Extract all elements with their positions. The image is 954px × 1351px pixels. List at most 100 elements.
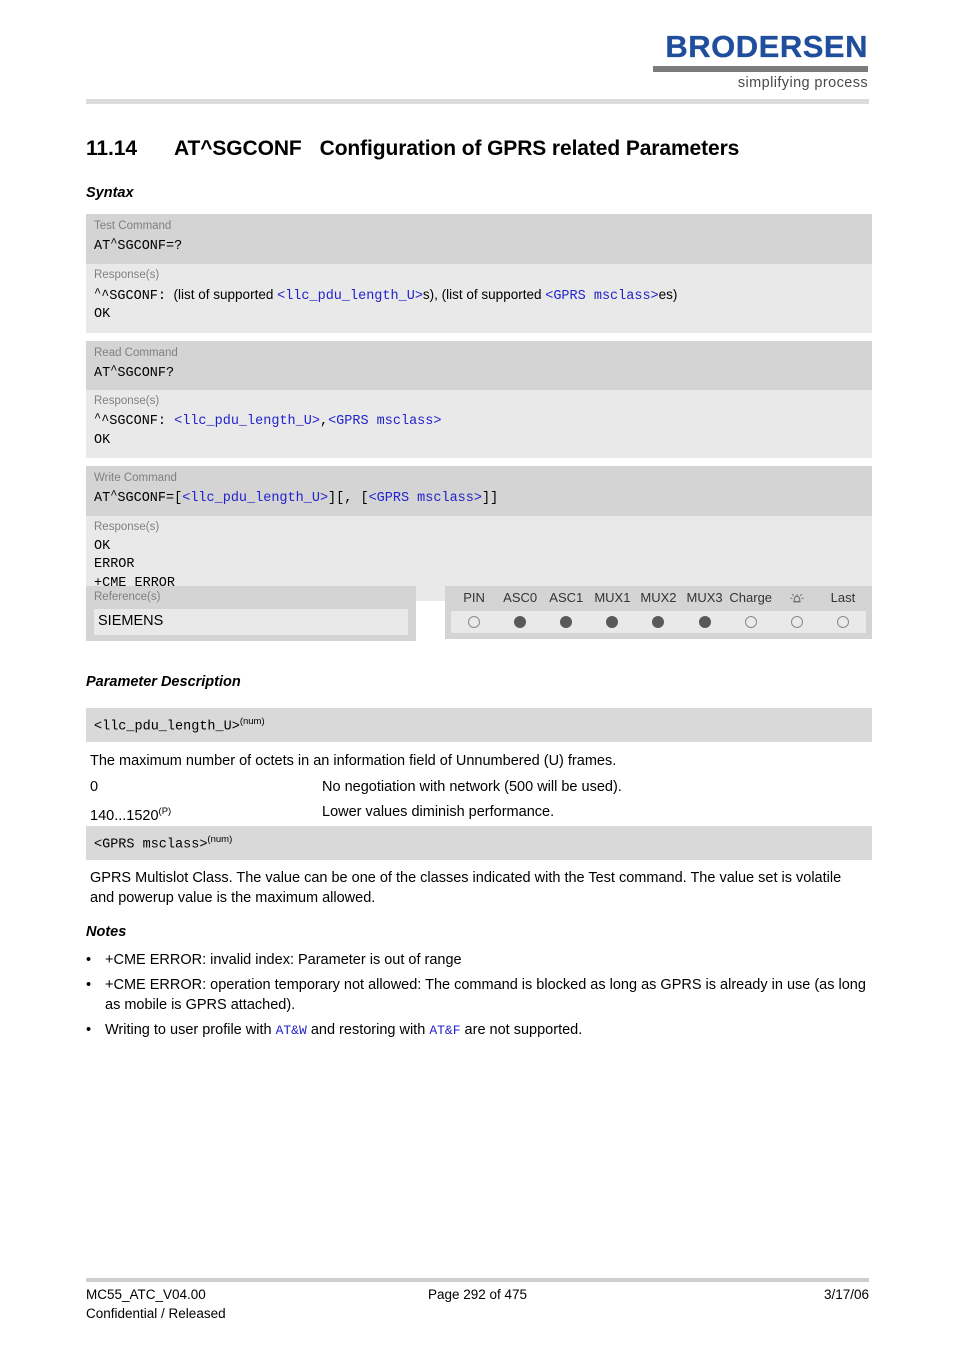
write-command-label: Write Command bbox=[94, 472, 177, 484]
pin-state-asc1 bbox=[543, 616, 589, 628]
brodersen-logo: BRODERSEN simplifying process bbox=[653, 29, 868, 91]
reference-header: Reference(s) bbox=[86, 586, 416, 609]
parameter-meaning-1: Lower values diminish performance. bbox=[322, 803, 555, 820]
state-dot-mux2 bbox=[652, 616, 665, 628]
write-response-label: Response(s) bbox=[94, 520, 160, 533]
test-command-block: Test Command AT^SGCONF=? Response(s) ^^S… bbox=[86, 214, 872, 333]
note-bullet: • bbox=[86, 1022, 92, 1038]
reference-row: Reference(s) SIEMENS PIN ASC0 ASC1 MUX1 … bbox=[86, 586, 872, 642]
note-bullet: • bbox=[86, 977, 92, 993]
state-dot-alarm bbox=[790, 616, 803, 628]
state-dot-mux1 bbox=[606, 616, 619, 628]
parameter-description-heading: Parameter Description bbox=[86, 674, 241, 690]
test-response-text-1: (list of supported bbox=[173, 286, 278, 302]
pin-table-body-wrap bbox=[445, 611, 872, 639]
write-command-code: AT^SGCONF=[<llc_pdu_length_U>][, [<GPRS … bbox=[94, 488, 499, 506]
test-response-line: ^^SGCONF: (list of supported <llc_pdu_le… bbox=[94, 285, 678, 304]
pin-column-asc1: ASC1 bbox=[549, 590, 584, 605]
pin-state-mux2 bbox=[635, 616, 681, 628]
pin-column-mux3: MUX3 bbox=[686, 590, 723, 605]
parameter-gprs-msclass-description: GPRS Multislot Class. The value can be o… bbox=[90, 869, 842, 906]
parameter-value-1-text: 140...1520 bbox=[90, 807, 159, 824]
state-dot-asc1 bbox=[560, 616, 573, 628]
parameter-value-0: 0 bbox=[90, 778, 99, 795]
note-2-part-2: and restoring with bbox=[306, 1022, 430, 1038]
note-item: • +CME ERROR: operation temporary not al… bbox=[86, 975, 876, 1015]
read-response-label: Response(s) bbox=[94, 395, 160, 407]
pin-column-charge: Charge bbox=[729, 590, 773, 605]
parameter-llc-pdu-length-values: 0 No negotiation with network (500 will … bbox=[86, 771, 872, 826]
read-command-label: Read Command bbox=[94, 346, 178, 359]
test-command-header: Test Command AT^SGCONF=? bbox=[86, 214, 872, 264]
state-dot-mux3 bbox=[698, 616, 711, 628]
section-title-text: Configuration of GPRS related Parameters bbox=[319, 137, 740, 160]
test-command-code: AT^SGCONF=? bbox=[94, 236, 183, 254]
footer-page-number: Page 292 of 475 bbox=[427, 1287, 528, 1302]
reference-value: SIEMENS bbox=[94, 609, 408, 635]
note-bullet: • bbox=[86, 952, 92, 968]
note-2-code-atf: AT&F bbox=[429, 1023, 461, 1038]
parameter-llc-pdu-length-header: <llc_pdu_length_U>(num) bbox=[86, 708, 872, 742]
pin-state-charge bbox=[728, 616, 774, 628]
notes-section: • +CME ERROR: invalid index: Parameter i… bbox=[86, 950, 876, 1046]
read-response-prefix: ^SGCONF: bbox=[101, 414, 167, 429]
footer-line-top: MC55_ATC_V04.00 Page 292 of 475 3/17/06 bbox=[86, 1285, 869, 1304]
page-title: 11.14 AT^SGCONF Configuration of GPRS rela… bbox=[86, 137, 739, 161]
footer-line-bottom: Confidential / Released bbox=[86, 1304, 869, 1323]
pin-state-mux1 bbox=[589, 616, 635, 628]
pin-support-table: PIN ASC0 ASC1 MUX1 MUX2 MUX3 Charge Last bbox=[445, 586, 872, 639]
footer-rule bbox=[86, 1278, 869, 1282]
read-command-block: Read Command AT^SGCONF? Response(s) ^^SG… bbox=[86, 340, 872, 458]
pin-column-pin: PIN bbox=[463, 590, 485, 605]
parameter-llc-pdu-length-type: (num) bbox=[239, 716, 265, 727]
test-response-area: Response(s) ^^SGCONF: (list of supported… bbox=[86, 263, 872, 333]
parameter-gprs-msclass-type: (num) bbox=[207, 834, 233, 845]
parameter-value-row: 0 No negotiation with network (500 will … bbox=[90, 777, 868, 797]
state-dot-pin bbox=[468, 616, 481, 628]
pin-column-last: Last bbox=[830, 590, 856, 605]
test-response-param-1: <llc_pdu_length_U> bbox=[277, 288, 423, 304]
page-header: BRODERSEN simplifying process bbox=[0, 0, 954, 112]
read-response-area: Response(s) ^^SGCONF: <llc_pdu_length_U>… bbox=[86, 390, 872, 458]
state-dot-last bbox=[836, 616, 849, 628]
note-2-part-3: are not supported. bbox=[460, 1022, 583, 1038]
write-command-header: Write Command AT^SGCONF=[<llc_pdu_length… bbox=[86, 466, 872, 516]
logo-divider-bar bbox=[653, 66, 868, 72]
read-response-line: ^^SGCONF: <llc_pdu_length_U>,<GPRS mscla… bbox=[94, 411, 442, 429]
write-response-error: ERROR bbox=[94, 557, 135, 572]
pin-state-asc0 bbox=[497, 616, 543, 628]
note-text-2: Writing to user profile with AT&W and re… bbox=[105, 1020, 876, 1041]
read-response-sep: , bbox=[319, 414, 329, 429]
note-item: • +CME ERROR: invalid index: Parameter i… bbox=[86, 950, 876, 970]
logo-wordmark: BRODERSEN bbox=[665, 29, 868, 64]
pin-state-last bbox=[820, 616, 866, 628]
test-response-param-2: <GPRS msclass> bbox=[545, 288, 659, 304]
write-command-suffix: ]] bbox=[481, 491, 499, 506]
parameter-gprs-msclass-header: <GPRS msclass>(num) bbox=[86, 826, 872, 860]
parameter-llc-pdu-length-name: <llc_pdu_length_U> bbox=[94, 719, 240, 735]
section-command: AT^SGCONF bbox=[174, 137, 302, 160]
alarm-bell-icon bbox=[790, 593, 804, 603]
pin-table-header-row: PIN ASC0 ASC1 MUX1 MUX2 MUX3 Charge Last bbox=[445, 586, 872, 611]
write-command-param-1: <llc_pdu_length_U> bbox=[182, 491, 329, 506]
parameter-value-1-sup: (P) bbox=[158, 805, 172, 817]
parameter-llc-pdu-length-description: The maximum number of octets in an infor… bbox=[90, 752, 617, 769]
logo-tagline: simplifying process bbox=[737, 75, 868, 91]
notes-heading: Notes bbox=[86, 924, 127, 940]
parameter-value-1: 140...1520(P) bbox=[90, 802, 322, 826]
read-response-ok: OK bbox=[94, 432, 111, 448]
write-command-mid: ][, [ bbox=[328, 491, 369, 506]
pin-table-state-row bbox=[451, 611, 866, 633]
parameter-value-row: 140...1520(P) Lower values diminish perf… bbox=[90, 802, 868, 826]
test-response-label: Response(s) bbox=[94, 268, 160, 281]
state-dot-charge bbox=[744, 616, 757, 628]
test-response-text-2: s), (list of supported bbox=[422, 286, 546, 302]
reference-label: Reference(s) bbox=[94, 591, 161, 603]
pin-column-mux2: MUX2 bbox=[640, 590, 677, 605]
parameter-gprs-msclass: <GPRS msclass>(num) GPRS Multislot Class… bbox=[86, 826, 872, 908]
write-command-param-2: <GPRS msclass> bbox=[368, 491, 482, 506]
read-command-header: Read Command AT^SGCONF? bbox=[86, 340, 872, 390]
state-dot-asc0 bbox=[514, 616, 527, 628]
section-number: 11.14 bbox=[86, 137, 137, 160]
pin-state-pin bbox=[451, 616, 497, 628]
